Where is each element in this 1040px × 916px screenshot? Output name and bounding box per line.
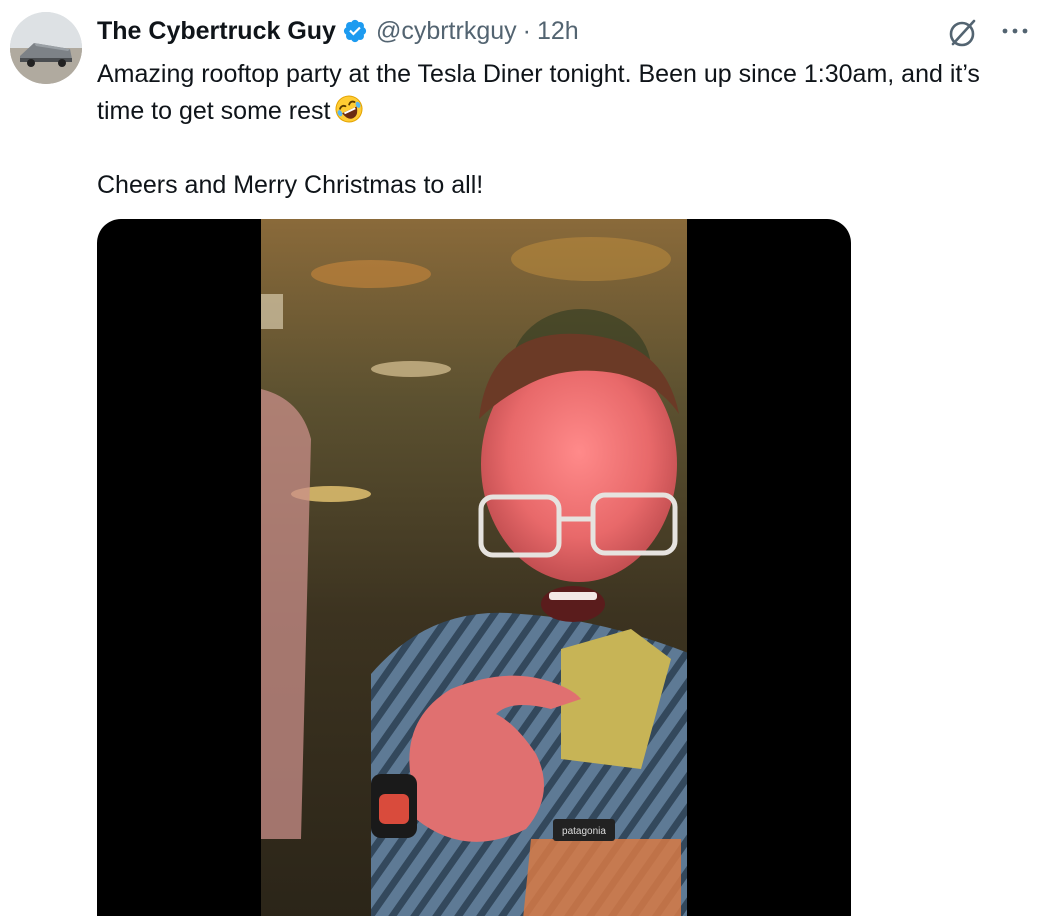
tweet-text: Amazing rooftop party at the Tesla Diner… xyxy=(97,56,1017,204)
rolling-on-floor-laughing-emoji-icon xyxy=(335,95,363,123)
tweet-text-line-1: Amazing rooftop party at the Tesla Diner… xyxy=(97,60,980,125)
author-display-name[interactable]: The Cybertruck Guy xyxy=(97,17,336,46)
jacket-logo-text: patagonia xyxy=(562,826,606,837)
video-still-image: patagonia xyxy=(261,219,687,916)
grok-icon[interactable] xyxy=(946,16,980,50)
author-handle[interactable]: @cybrtrkguy xyxy=(376,17,517,46)
video-frame[interactable]: patagonia xyxy=(261,219,687,916)
verified-badge-icon[interactable] xyxy=(342,18,368,44)
tweet-text-paragraph-1: Amazing rooftop party at the Tesla Diner… xyxy=(97,56,1017,130)
separator-dot: · xyxy=(522,16,531,45)
tweet[interactable]: The Cybertruck Guy @cybrtrkguy · 12h Ama… xyxy=(0,0,1040,916)
tweet-text-paragraph-2: Cheers and Merry Christmas to all! xyxy=(97,171,484,199)
cybertruck-avatar-icon xyxy=(10,12,82,84)
tweet-header: The Cybertruck Guy @cybrtrkguy · 12h xyxy=(97,14,579,48)
timestamp[interactable]: 12h xyxy=(537,17,579,46)
more-horizontal-icon[interactable] xyxy=(1000,24,1030,38)
tweet-media-video[interactable]: patagonia xyxy=(97,219,851,916)
avatar[interactable] xyxy=(10,12,82,84)
